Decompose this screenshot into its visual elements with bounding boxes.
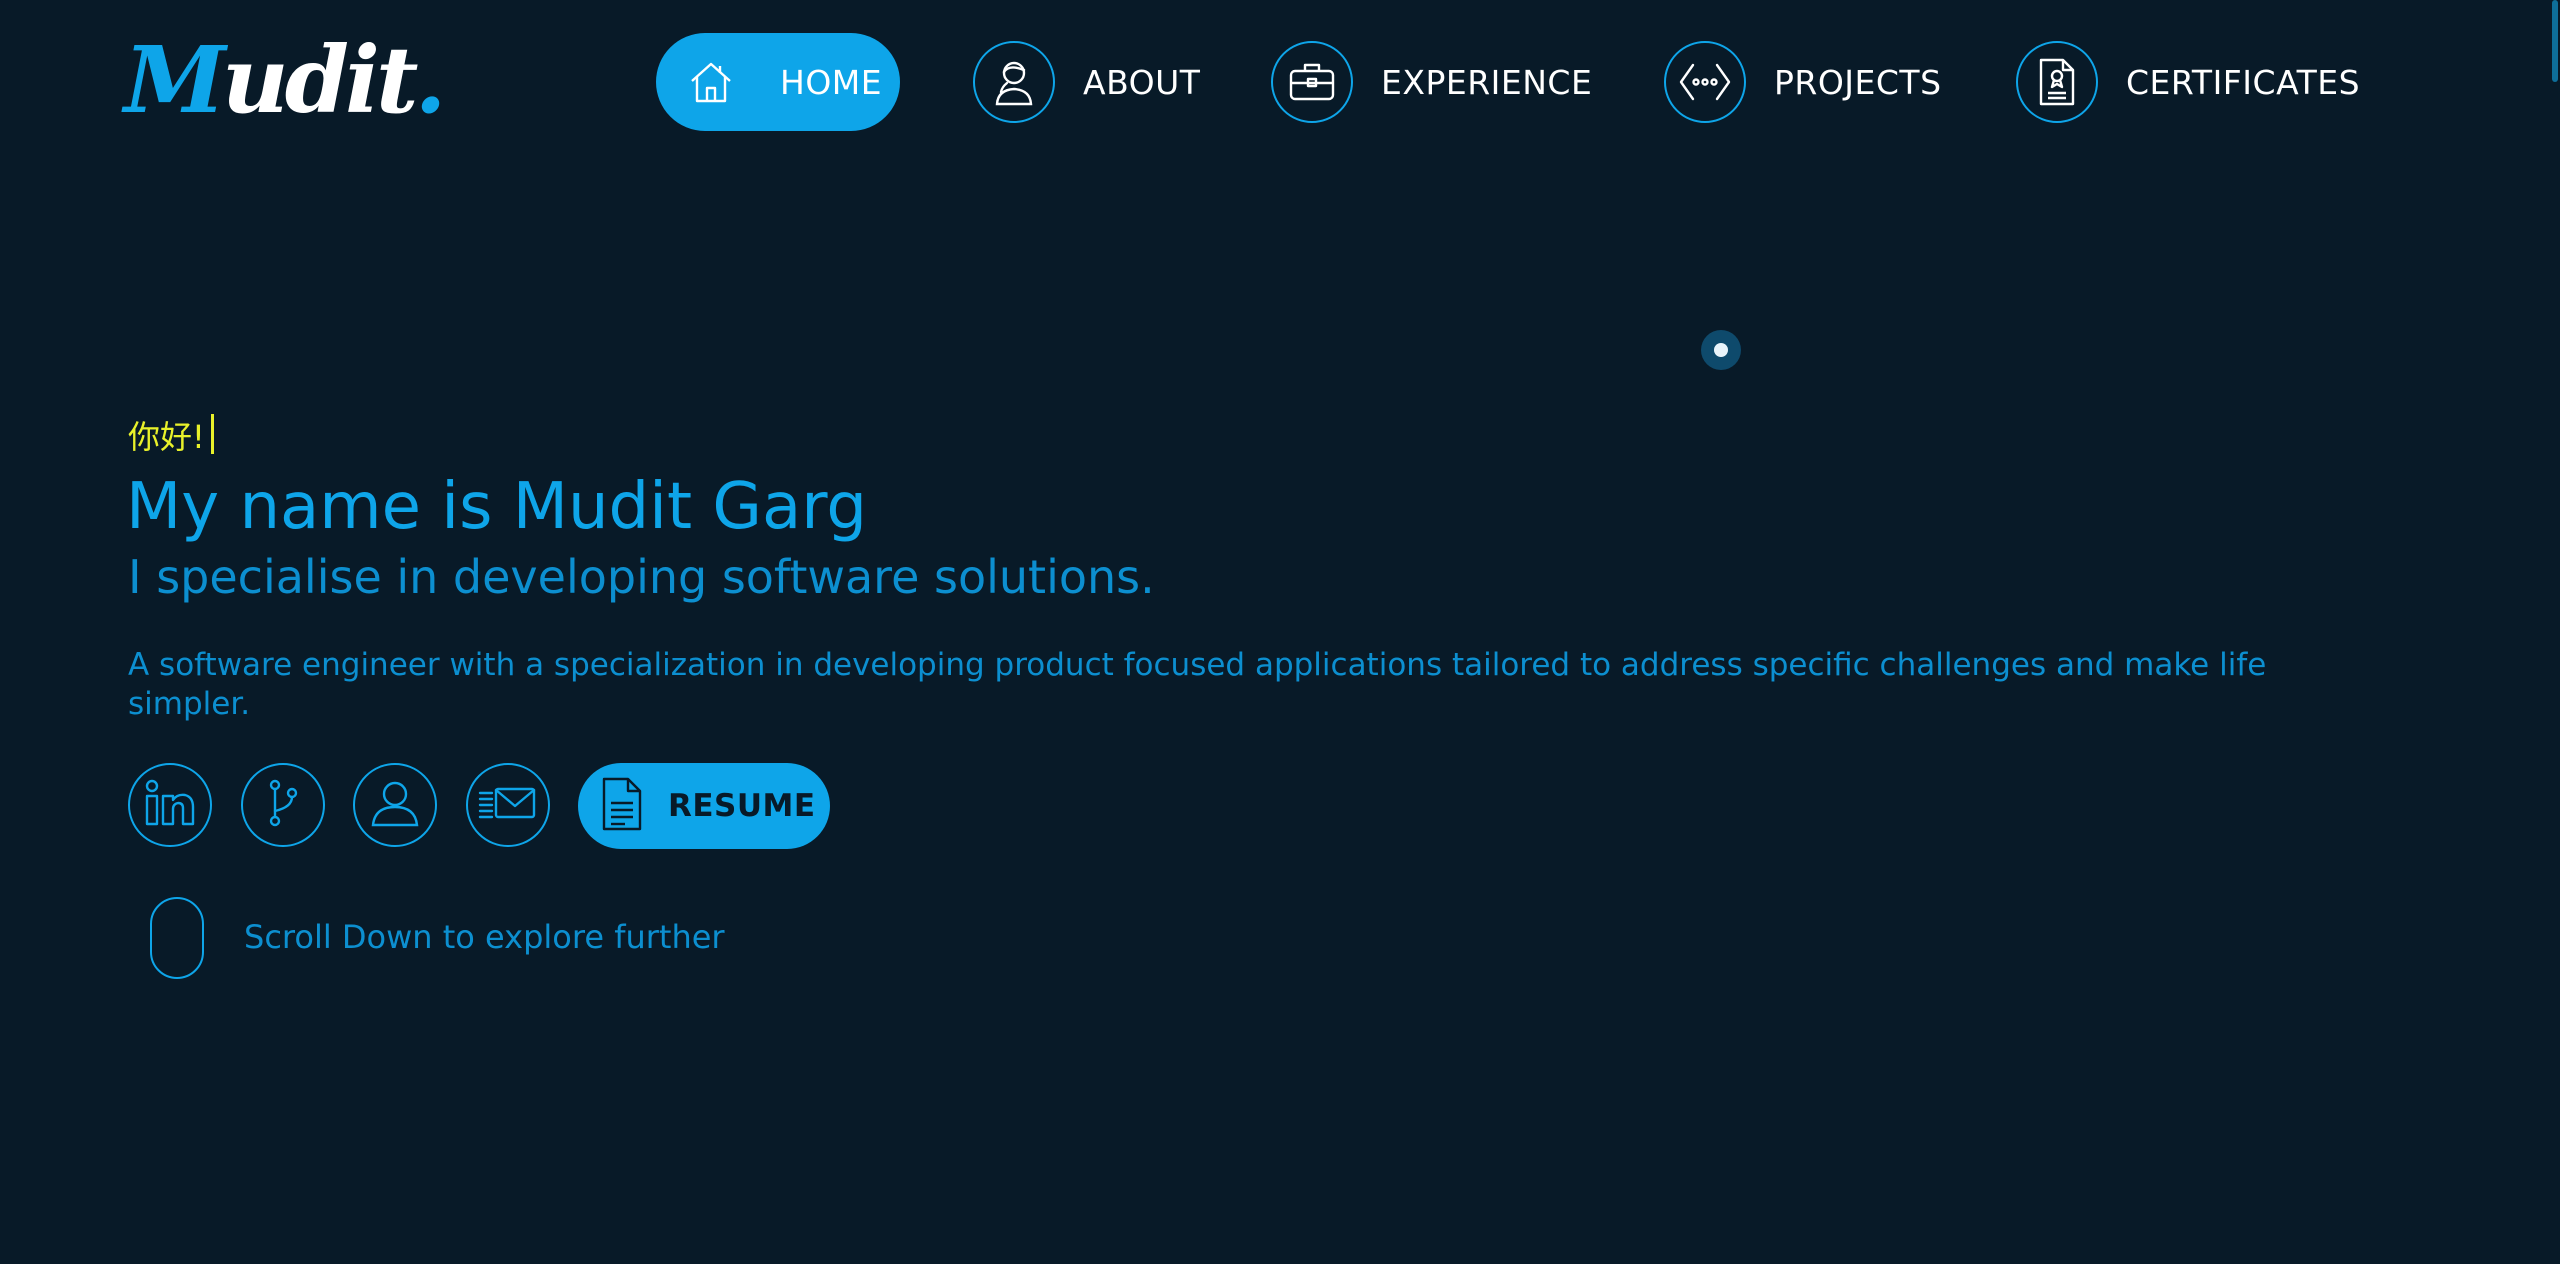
nav-item-home[interactable]: HOME [656, 33, 901, 131]
typing-cursor [210, 414, 214, 454]
profile-button[interactable] [353, 763, 437, 847]
code-icon [1664, 41, 1746, 123]
greeting: 你好! [128, 412, 214, 458]
person-icon [973, 41, 1055, 123]
description: A software engineer with a specializatio… [128, 647, 2267, 722]
linkedin-button[interactable] [128, 763, 212, 847]
nav-label-home: HOME [780, 62, 883, 102]
page-title: My name is Mudit Garg [126, 470, 867, 544]
nav-item-certificates[interactable]: CERTIFICATES [2016, 33, 2360, 131]
linkedin-icon [144, 779, 196, 831]
nav-label-certificates: CERTIFICATES [2126, 62, 2361, 102]
nav-item-experience[interactable]: EXPERIENCE [1271, 33, 1592, 131]
mouse-icon [150, 897, 204, 979]
scroll-hint: Scroll Down to explore further [244, 918, 725, 956]
logo-text: udit [221, 26, 419, 134]
nav-item-about[interactable]: ABOUT [973, 33, 1200, 131]
resume-label: RESUME [668, 788, 816, 824]
document-icon [600, 775, 644, 837]
nav-label-about: ABOUT [1083, 62, 1201, 102]
indicator-dot [1714, 343, 1728, 357]
email-button[interactable] [466, 763, 550, 847]
home-icon [670, 41, 752, 123]
mail-icon [478, 783, 538, 827]
nav-label-experience: EXPERIENCE [1381, 62, 1593, 102]
user-icon [369, 777, 421, 833]
scrollbar[interactable] [2550, 0, 2560, 1264]
logo-dot: . [414, 26, 447, 134]
git-button[interactable] [241, 763, 325, 847]
nav-item-projects[interactable]: PROJECTS [1664, 33, 1942, 131]
certificate-icon [2016, 41, 2098, 123]
logo-initial: M [124, 26, 226, 134]
logo[interactable]: Mudit. [124, 30, 447, 130]
slide-indicator[interactable] [1701, 330, 1741, 370]
resume-button[interactable]: RESUME [578, 763, 830, 849]
nav-label-projects: PROJECTS [1774, 62, 1942, 102]
git-branch-icon [265, 777, 301, 833]
briefcase-icon [1271, 41, 1353, 123]
greeting-text: 你好! [128, 418, 205, 456]
scrollbar-thumb[interactable] [2552, 0, 2558, 82]
subtitle: I specialise in developing software solu… [128, 550, 1155, 604]
